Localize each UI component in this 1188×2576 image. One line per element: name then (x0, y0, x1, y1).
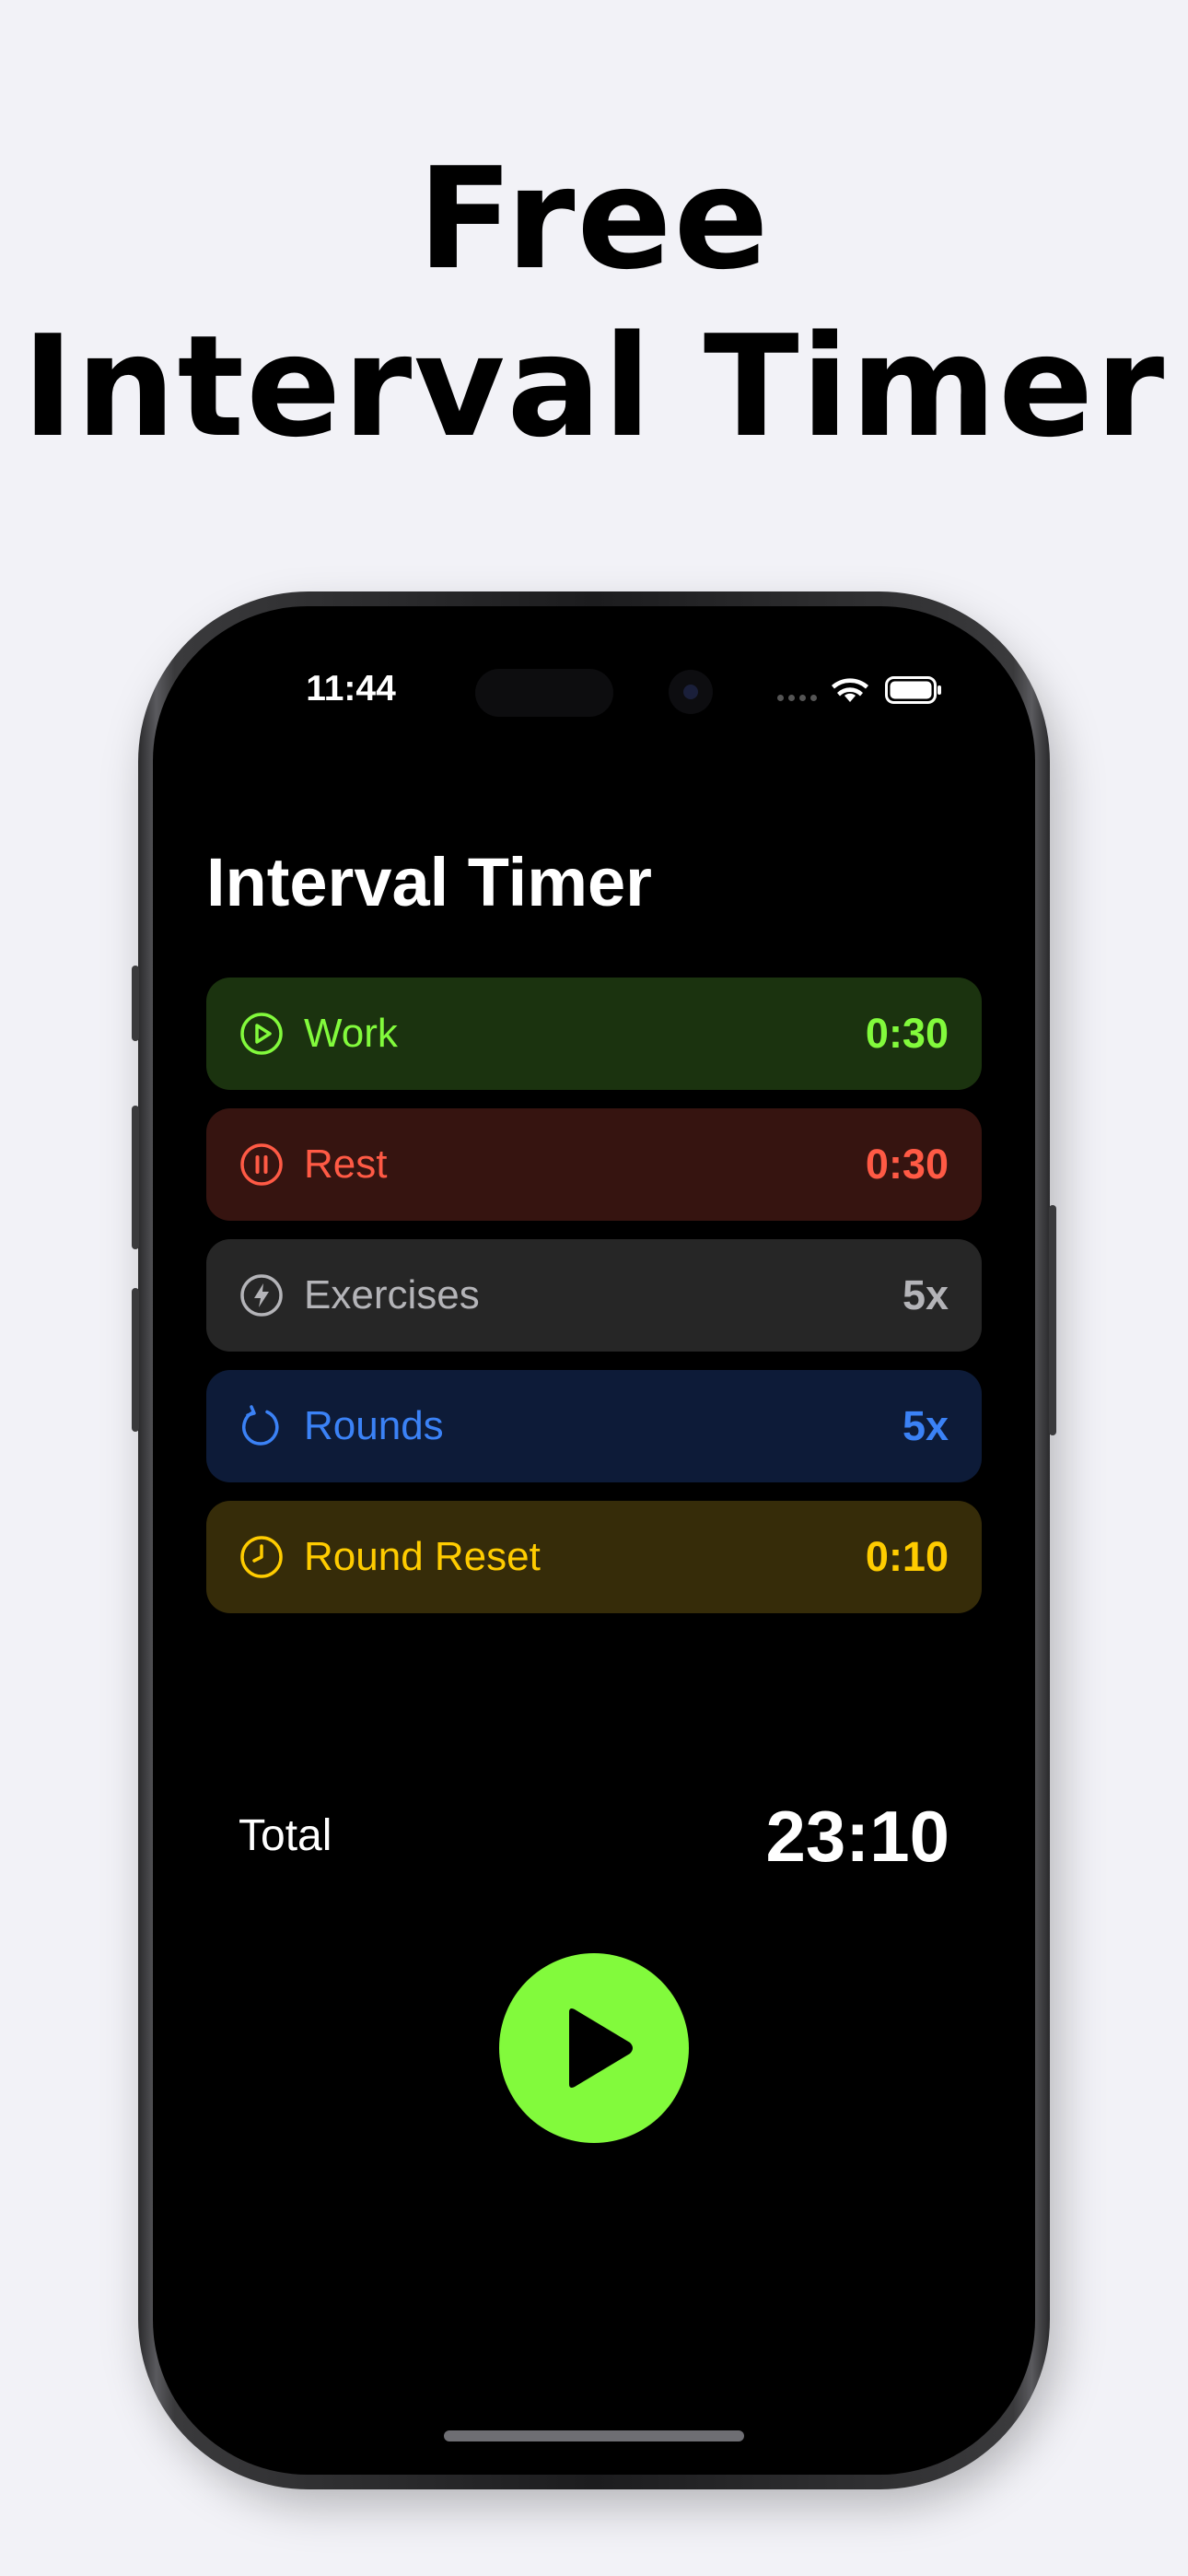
row-value-work: 0:30 (865, 1010, 949, 1057)
app-title: Interval Timer (206, 844, 652, 920)
row-value-rest: 0:30 (865, 1141, 949, 1188)
row-label-round-reset: Round Reset (304, 1534, 541, 1579)
row-work[interactable]: Work 0:30 (206, 978, 982, 1090)
battery-icon (885, 676, 941, 704)
clock-icon (239, 1535, 284, 1579)
status-time: 11:44 (306, 669, 396, 708)
play-button[interactable] (499, 1953, 689, 2143)
total-label: Total (239, 1811, 332, 1860)
signal-dots-icon (777, 695, 821, 702)
pause-circle-icon (239, 1142, 284, 1187)
row-exercises[interactable]: Exercises 5x (206, 1239, 982, 1352)
refresh-icon (239, 1404, 284, 1448)
row-rest[interactable]: Rest 0:30 (206, 1108, 982, 1221)
bolt-circle-icon (239, 1273, 284, 1317)
home-indicator[interactable] (444, 2430, 744, 2441)
phone-screen: 11:44 Interval Timer Work 0:30 Rest 0:30 Exe… (153, 606, 1035, 2475)
row-label-rounds: Rounds (304, 1403, 444, 1448)
volume-up-button (132, 1106, 139, 1249)
total-value: 23:10 (765, 1796, 950, 1877)
row-rounds[interactable]: Rounds 5x (206, 1370, 982, 1482)
volume-down-button (132, 1288, 139, 1432)
row-label-rest: Rest (304, 1142, 388, 1187)
play-icon (569, 2008, 633, 2088)
row-value-rounds: 5x (902, 1402, 949, 1449)
dynamic-island (475, 669, 613, 717)
camera-icon (669, 670, 713, 714)
play-circle-icon (239, 1012, 284, 1056)
row-value-round-reset: 0:10 (865, 1533, 949, 1580)
power-button (1049, 1205, 1056, 1435)
wifi-icon (832, 678, 868, 702)
row-value-exercises: 5x (902, 1271, 949, 1318)
row-label-exercises: Exercises (304, 1272, 480, 1317)
row-label-work: Work (304, 1011, 398, 1056)
row-round-reset[interactable]: Round Reset 0:10 (206, 1501, 982, 1613)
headline-line-2: Interval Timer (21, 305, 1167, 468)
action-button (132, 966, 139, 1041)
headline-line-1: Free (417, 137, 771, 300)
